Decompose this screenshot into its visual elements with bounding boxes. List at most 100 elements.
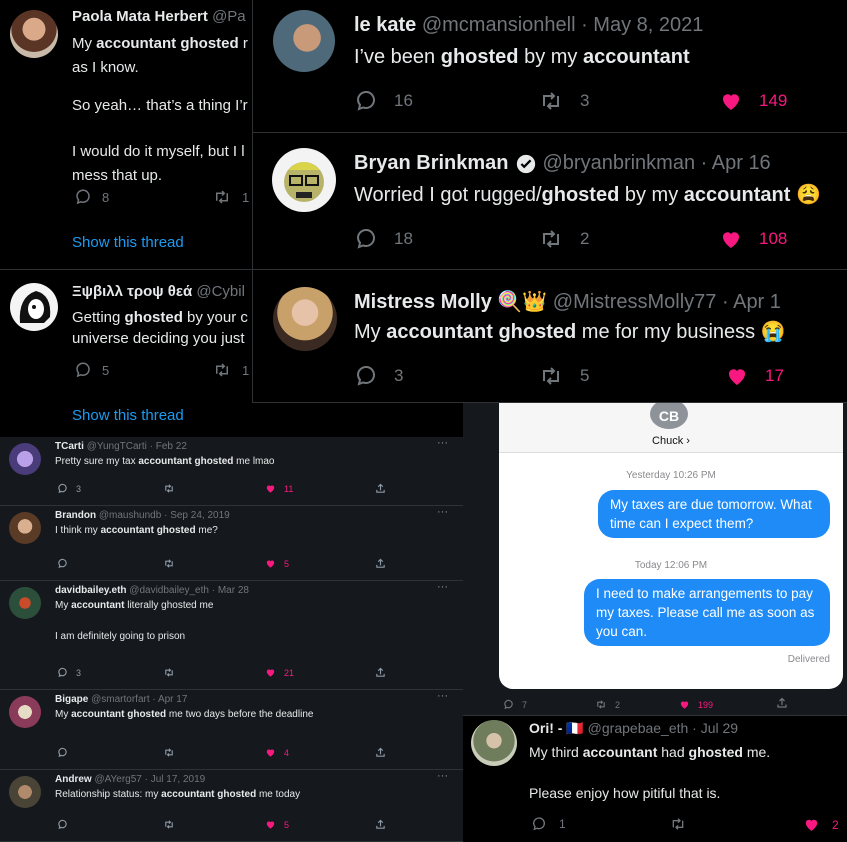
retweet-button[interactable] (163, 819, 175, 830)
retweet-button[interactable] (163, 558, 175, 569)
contact-avatar[interactable]: CB (650, 403, 688, 429)
like-button[interactable]: 2 (803, 816, 839, 833)
user-handle[interactable]: @YungTCarti · Feb 22 (87, 441, 187, 452)
reply-icon (532, 817, 545, 831)
more-icon[interactable]: ··· (437, 770, 448, 782)
more-icon[interactable]: ··· (437, 506, 448, 518)
small-tweet-row[interactable]: Andrew @AYerg57 · Jul 17, 2019 ··· Relat… (0, 770, 463, 842)
reply-button[interactable] (57, 558, 76, 569)
share-button[interactable] (776, 697, 788, 709)
user-name[interactable]: davidbailey.eth (55, 585, 127, 596)
like-button[interactable]: 5 (265, 558, 289, 569)
user-handle[interactable]: @smartorfart · Apr 17 (91, 694, 187, 705)
user-handle[interactable]: @AYerg57 · Jul 17, 2019 (94, 774, 205, 785)
tweet-molly[interactable]: Mistress Molly 🍭👑 @MistressMolly77 · Apr… (253, 271, 847, 403)
avatar[interactable] (9, 512, 41, 544)
reply-button[interactable]: 3 (354, 364, 403, 388)
avatar[interactable] (9, 696, 41, 728)
like-button[interactable]: 5 (265, 819, 289, 830)
retweet-button[interactable]: 2 (595, 699, 620, 710)
retweet-button[interactable]: 5 (538, 364, 589, 388)
small-tweet-row[interactable]: Brandon @maushundb · Sep 24, 2019 ··· I … (0, 506, 463, 581)
retweet-button[interactable] (163, 667, 175, 678)
small-tweet-row[interactable]: TCarti @YungTCarti · Feb 22 ··· Pretty s… (0, 437, 463, 506)
like-button[interactable]: 21 (265, 667, 294, 678)
retweet-button[interactable]: 1 (212, 361, 249, 379)
tweet-bryan[interactable]: Bryan Brinkman @bryanbrinkman · Apr 16 W… (253, 134, 847, 270)
retweet-button[interactable]: 1 (212, 188, 249, 206)
user-handle[interactable]: @davidbailey_eth · Mar 28 (129, 585, 249, 596)
reply-button[interactable]: 5 (74, 361, 109, 379)
small-tweet-row[interactable]: davidbailey.eth @davidbailey_eth · Mar 2… (0, 581, 463, 690)
small-tweet-list: TCarti @YungTCarti · Feb 22 ··· Pretty s… (0, 437, 463, 842)
more-icon[interactable]: ··· (437, 690, 448, 702)
user-handle[interactable]: @bryanbrinkman · Apr 16 (543, 152, 771, 175)
share-icon (376, 747, 385, 757)
show-thread-link[interactable]: Show this thread (72, 234, 184, 251)
share-button[interactable] (375, 667, 386, 678)
share-button[interactable] (375, 558, 386, 569)
share-button[interactable] (375, 483, 386, 494)
contact-name[interactable]: Chuck › (499, 435, 843, 447)
reply-button[interactable]: 8 (74, 188, 109, 206)
reply-icon (504, 699, 513, 710)
avatar[interactable] (10, 10, 58, 58)
user-name[interactable]: Brandon (55, 510, 96, 521)
avatar[interactable] (9, 443, 41, 475)
avatar[interactable] (9, 776, 41, 808)
like-button[interactable]: 149 (719, 89, 787, 113)
retweet-button[interactable]: 2 (538, 227, 589, 251)
like-button[interactable]: 17 (725, 364, 784, 388)
like-button[interactable]: 4 (265, 747, 289, 758)
reply-button[interactable] (57, 819, 76, 830)
retweet-button[interactable] (163, 483, 175, 494)
user-handle[interactable]: @mcmansionhell · May 8, 2021 (422, 14, 704, 36)
avatar[interactable] (273, 287, 337, 351)
user-name[interactable]: Paola Mata Herbert (72, 8, 208, 25)
user-name[interactable]: Ori! - (529, 720, 562, 736)
user-name[interactable]: TCarti (55, 441, 84, 452)
user-name[interactable]: Andrew (55, 774, 92, 785)
reply-button[interactable]: 1 (531, 816, 566, 832)
reply-icon (58, 667, 67, 678)
reply-button[interactable]: 3 (57, 483, 81, 494)
more-icon[interactable]: ··· (437, 581, 448, 593)
show-thread-link[interactable]: Show this thread (72, 407, 184, 424)
user-handle[interactable]: @Pa (212, 8, 246, 25)
like-button[interactable]: 199 (679, 699, 713, 710)
share-button[interactable] (375, 747, 386, 758)
user-name[interactable]: Ξψβιλλ τροψ θεά (72, 283, 192, 300)
user-handle[interactable]: @Cybil (196, 283, 245, 300)
avatar[interactable] (9, 587, 41, 619)
user-handle[interactable]: @maushundb · Sep 24, 2019 (99, 510, 230, 521)
retweet-button[interactable]: 3 (538, 89, 589, 113)
avatar[interactable] (272, 148, 336, 212)
heart-icon (266, 821, 275, 829)
user-handle[interactable]: @MistressMolly77 · Apr 1 (553, 291, 781, 313)
user-name[interactable]: le kate (354, 14, 416, 36)
more-icon[interactable]: ··· (437, 437, 448, 449)
reply-button[interactable]: 18 (354, 227, 413, 251)
weary-emoji: 😩 (796, 184, 821, 206)
tweet-text: I’ve been ghosted by my accountant (354, 46, 690, 68)
share-button[interactable] (375, 819, 386, 830)
like-button[interactable]: 11 (265, 483, 293, 494)
retweet-button[interactable] (163, 747, 175, 758)
reply-button[interactable]: 3 (57, 667, 81, 678)
tweet-lekate[interactable]: le kate @mcmansionhell · May 8, 2021 I’v… (253, 0, 847, 133)
avatar[interactable] (273, 10, 335, 72)
retweet-button[interactable] (669, 816, 687, 832)
reply-button[interactable] (57, 747, 76, 758)
user-name[interactable]: Bryan Brinkman (354, 152, 509, 175)
user-name[interactable]: Bigape (55, 694, 88, 705)
like-button[interactable]: 108 (719, 227, 787, 251)
reply-button[interactable]: 16 (354, 89, 413, 113)
imessage-tweet-card[interactable]: CB Chuck › Yesterday 10:26 PM My taxes a… (463, 403, 847, 715)
user-handle[interactable]: @grapebae_eth · Jul 29 (588, 720, 738, 736)
tweet-ori[interactable]: Ori! - 🇫🇷 @grapebae_eth · Jul 29 My thir… (463, 715, 847, 842)
reply-button[interactable]: 7 (503, 699, 527, 710)
small-tweet-row[interactable]: Bigape @smartorfart · Apr 17 ··· My acco… (0, 690, 463, 770)
avatar[interactable] (471, 720, 517, 766)
avatar[interactable] (10, 283, 58, 331)
user-name[interactable]: Mistress Molly (354, 291, 492, 313)
